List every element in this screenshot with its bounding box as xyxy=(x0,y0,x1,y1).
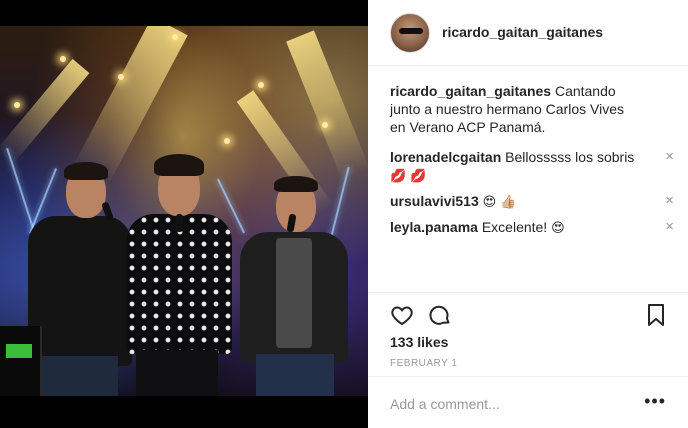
comments-list: ricardo_gaitan_gaitanes Cantando junto a… xyxy=(390,82,674,244)
heart-icon[interactable] xyxy=(390,303,414,332)
stage-light xyxy=(322,122,328,128)
singer-center xyxy=(124,154,236,396)
comment-username[interactable]: ursulavivi513 xyxy=(390,193,479,209)
singer-right xyxy=(240,176,352,396)
post-photo[interactable] xyxy=(0,26,368,396)
comment-username[interactable]: leyla.panama xyxy=(390,219,478,235)
comment-text: Bellosssss los sobris xyxy=(505,149,635,165)
stage-light xyxy=(258,82,264,88)
sunglasses xyxy=(399,28,423,34)
singer-left xyxy=(28,156,138,396)
post-date: FEBRUARY 1 xyxy=(390,358,458,369)
likes-count[interactable]: 133 likes xyxy=(390,334,448,350)
stage-light xyxy=(172,34,178,40)
header-username[interactable]: ricardo_gaitan_gaitanes xyxy=(442,24,603,40)
add-comment-input[interactable]: Add a comment... xyxy=(390,396,500,412)
comment-text: Excelente! xyxy=(481,219,548,235)
comment-item: lorenadelcgaitan Bellosssss los sobris 💋… xyxy=(390,148,674,186)
more-options-button[interactable]: ••• xyxy=(644,391,666,412)
camera-equipment xyxy=(0,326,42,396)
comment-emoji: 😍 xyxy=(551,221,565,236)
bookmark-icon[interactable] xyxy=(646,303,666,332)
comment-icon[interactable] xyxy=(428,303,452,332)
post-actions xyxy=(368,292,688,336)
comment-composer: Add a comment... ••• xyxy=(368,376,688,428)
post-header: ricardo_gaitan_gaitanes xyxy=(368,0,688,66)
photo-frame xyxy=(0,0,368,428)
spotlight-beam xyxy=(0,58,90,165)
comment-emoji: 😍 👍🏼 xyxy=(482,195,517,210)
caption: ricardo_gaitan_gaitanes Cantando junto a… xyxy=(390,82,666,136)
stage-light xyxy=(224,138,230,144)
close-icon[interactable]: × xyxy=(665,192,674,210)
avatar[interactable] xyxy=(390,13,430,53)
comment-emoji: 💋 💋 xyxy=(390,169,427,184)
close-icon[interactable]: × xyxy=(665,148,674,166)
stage-light xyxy=(14,102,20,108)
comment-item: ursulavivi513 😍 👍🏼 × xyxy=(390,192,674,212)
caption-username[interactable]: ricardo_gaitan_gaitanes xyxy=(390,83,551,99)
stage-light xyxy=(118,74,124,80)
close-icon[interactable]: × xyxy=(665,218,674,236)
stage-light xyxy=(60,56,66,62)
comment-item: leyla.panama Excelente! 😍 × xyxy=(390,218,674,238)
comment-username[interactable]: lorenadelcgaitan xyxy=(390,149,501,165)
post-sidebar: ricardo_gaitan_gaitanes ricardo_gaitan_g… xyxy=(368,0,688,428)
